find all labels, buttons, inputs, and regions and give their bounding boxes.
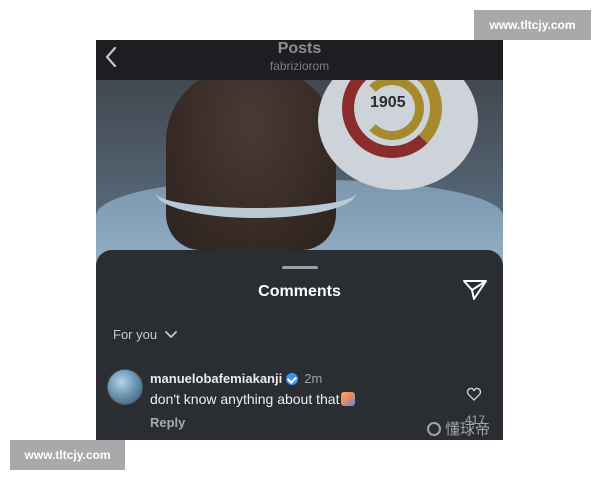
- watermark-badge-top: www.tltcjy.com: [474, 10, 591, 40]
- comment-username[interactable]: manuelobafemiakanji 2m: [150, 371, 322, 386]
- comments-title: Comments: [258, 283, 341, 300]
- verified-badge-icon: [286, 372, 299, 385]
- person-shrugging-emoji: [341, 392, 356, 406]
- phone-screen: 1905 Posts fabriziorom Comments For you: [96, 40, 503, 440]
- top-bar: Posts fabriziorom: [96, 40, 503, 80]
- reply-button[interactable]: Reply: [150, 415, 185, 430]
- watermark-badge-bottom: www.tltcjy.com: [10, 440, 125, 470]
- shirt-collar: [156, 168, 356, 218]
- filter-label: For you: [113, 327, 158, 342]
- watermark-logo: 懂球帝: [427, 418, 490, 439]
- comments-sheet: Comments For you manuelobafemiakanji 2m: [96, 250, 503, 440]
- sheet-handle[interactable]: [282, 266, 318, 269]
- comments-filter[interactable]: For you: [113, 327, 177, 342]
- avatar[interactable]: [107, 369, 143, 405]
- page-subtitle: fabriziorom: [269, 59, 330, 73]
- logo-year: 1905: [370, 94, 406, 111]
- heart-outline-icon[interactable]: [466, 386, 482, 402]
- watermark-logo-text: 懂球帝: [445, 421, 491, 438]
- player-neck: [166, 70, 336, 250]
- page-title: Posts: [277, 40, 322, 57]
- paper-plane-icon[interactable]: [462, 278, 488, 302]
- chevron-down-icon: [165, 327, 177, 342]
- comment-body: don't know anything about that: [150, 391, 340, 407]
- username-text: manuelobafemiakanji: [150, 371, 283, 386]
- comment-time: 2m: [304, 371, 323, 386]
- soccer-ball-icon: [427, 421, 441, 436]
- comment-text: don't know anything about that: [150, 391, 356, 407]
